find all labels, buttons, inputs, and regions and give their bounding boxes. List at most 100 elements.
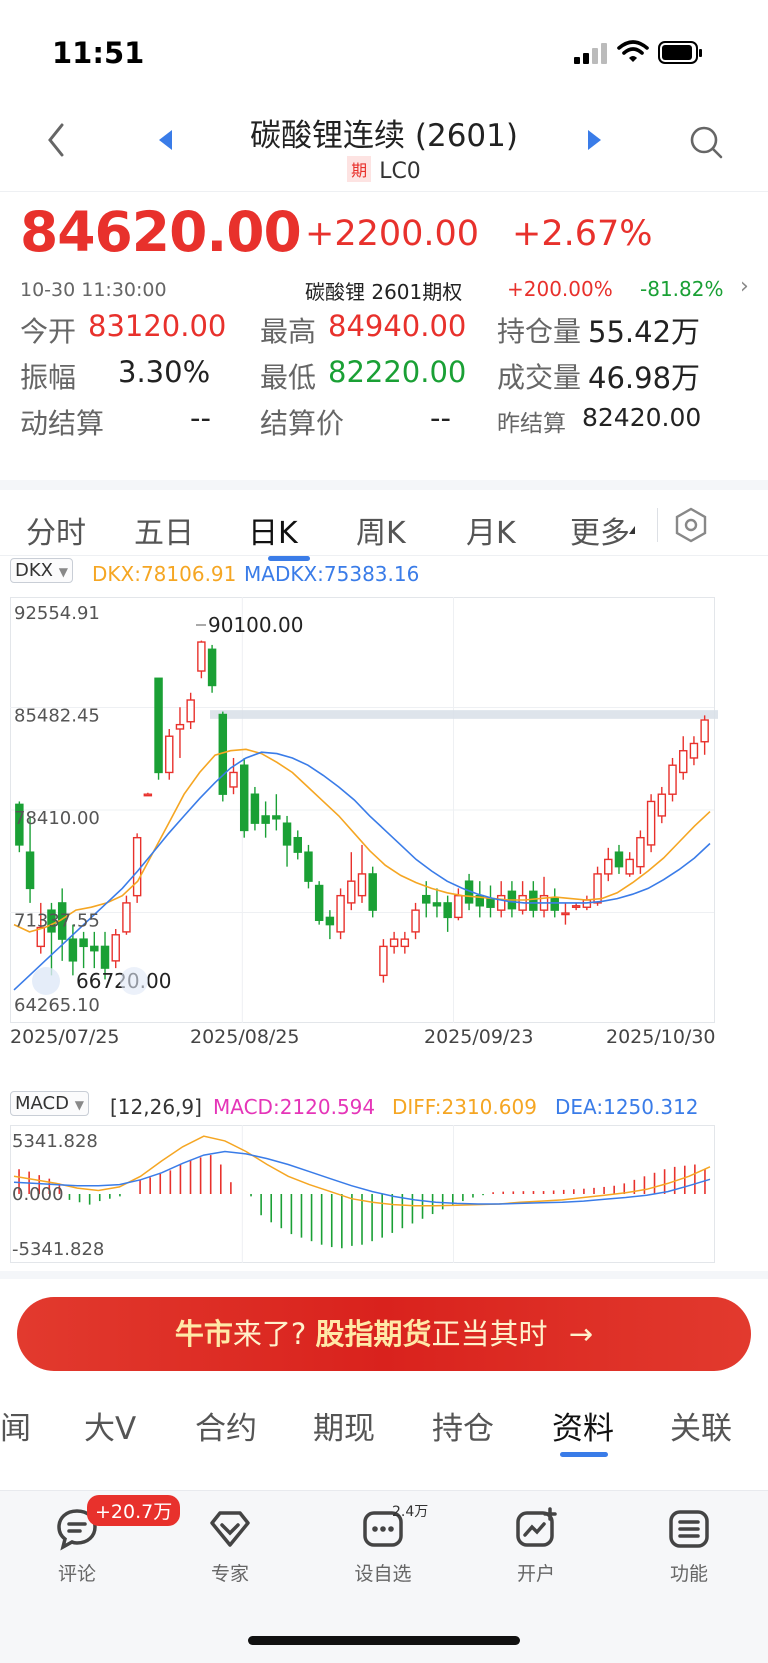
candle-body [25,851,35,890]
tab-bigv[interactable]: 大V [84,1403,136,1448]
tab-daily-k[interactable]: 日K [248,508,298,552]
banner-text-1: 牛市 [174,1317,233,1351]
x-tick-label: 2025/10/30 [606,1026,716,1047]
battery-icon [658,41,702,64]
max-price-label: 90100.00 [208,613,303,637]
candle-body [411,909,420,933]
tab-active-indicator [268,556,310,561]
candle-body [314,884,324,921]
price-change: +2200.00 [305,214,480,254]
y-tick-label: 71337.55 [14,911,100,932]
stat-label-settle: 结算价 [260,407,345,440]
more-caret-icon [629,526,635,534]
expert-button[interactable]: 专家 [180,1507,280,1586]
candle-body [90,945,99,952]
contract-code: 期 LC0 [0,156,768,184]
price-change-percent: +2.67% [512,214,653,254]
candle-body [657,793,667,817]
candle-body [400,938,410,948]
menu-list-icon [669,1510,709,1548]
next-contract-icon[interactable] [586,128,604,152]
tab-weekly-k[interactable]: 周K [356,508,406,552]
candle-body [304,851,313,882]
candle-body [443,902,452,919]
candle-body [175,723,185,730]
candle-body [368,873,377,911]
candle-body [550,897,559,911]
stat-label-open: 今开 [20,315,77,348]
watchlist-label: 设自选 [354,1563,412,1585]
tab-intraday[interactable]: 分时 [26,508,86,552]
settings-hex-icon[interactable] [674,507,708,543]
wifi-icon [617,40,649,62]
tab-monthly-k[interactable]: 月K [466,508,516,552]
tab-divider [657,508,658,542]
candle-body [571,905,581,908]
candle-body [207,648,217,687]
madkx-value: MADKX:75383.16 [244,562,420,586]
candle-body [68,938,78,962]
macd-name: MACD [15,1093,69,1114]
candle-body [261,815,270,824]
indicator-selector[interactable]: DKX ▼ [10,558,73,583]
page-title: 碳酸锂连续 (2601) [250,118,518,154]
functions-button[interactable]: 功能 [639,1507,739,1586]
candle-body [389,938,399,948]
search-icon[interactable] [688,124,724,160]
stat-value-oi: 55.42万 [588,315,701,349]
dkx-value: DKX:78106.91 [92,562,237,586]
dropdown-caret-icon: ▼ [58,565,68,579]
candle-body [432,902,442,907]
tab-positions[interactable]: 持仓 [432,1403,494,1448]
series-line-dkx [13,748,711,933]
macd-chart[interactable]: 5341.828 0.000 -5341.828 [10,1125,758,1267]
section-tab-indicator [560,1452,608,1457]
tab-spot[interactable]: 期现 [313,1403,375,1448]
macd-y-tick-label: 5341.828 [12,1131,98,1152]
tab-more[interactable]: 更多 [570,508,630,552]
scroll-indicator [120,967,148,995]
x-tick-label: 2025/09/23 [424,1026,534,1047]
candle-body [293,836,302,853]
candle-body [604,858,613,875]
candle-body [646,800,656,846]
stat-value-open: 83120.00 [88,309,227,343]
open-account-button[interactable]: 开户 [486,1507,586,1586]
expand-icon [32,967,60,995]
banner-text-3: 股指期货 [315,1317,432,1351]
status-bar: 11:51 [0,0,768,100]
candle-body [347,880,356,904]
open-account-icon [516,1507,557,1547]
tab-news[interactable]: 闻 [0,1403,31,1448]
kline-chart[interactable]: 92554.91 85482.45 78410.00 71337.55 64265.10… [10,597,758,1047]
macd-y-tick-label: 0.000 [12,1184,64,1205]
stat-value-settle: -- [430,401,451,435]
stat-label-dyn-settle: 动结算 [20,407,105,440]
stat-value-low: 82220.00 [328,355,467,389]
candle-body [561,912,570,916]
option-link[interactable]: 碳酸锂 2601期权 [305,276,462,305]
promo-banner[interactable]: 牛市来了? 股指期货正当其时 → [17,1297,751,1371]
stat-label-amplitude: 振幅 [20,361,77,394]
candle-body [100,945,110,969]
stat-value-amplitude: 3.30% [118,355,211,389]
candle-body [529,890,538,911]
tab-contract[interactable]: 合约 [195,1403,257,1448]
tab-five-day[interactable]: 五日 [134,508,194,552]
dropdown-caret-icon: ▼ [74,1098,84,1112]
expert-label: 专家 [210,1563,249,1585]
candle-body [272,815,281,820]
candle-body [689,742,699,759]
macd-selector[interactable]: MACD ▼ [10,1091,89,1116]
stat-label-low: 最低 [260,361,317,394]
candle-body [79,938,88,948]
candle-body [379,945,388,977]
candle-body [122,902,131,933]
candle-body [614,851,624,868]
candle-body [250,793,260,824]
candle-body [154,677,163,774]
kline-tabs: 分时 五日 日K 周K 月K 更多 [0,480,768,561]
tab-info[interactable]: 资料 [552,1403,614,1448]
chevron-right-icon[interactable]: › [740,274,749,299]
tab-related[interactable]: 关联 [670,1403,732,1448]
